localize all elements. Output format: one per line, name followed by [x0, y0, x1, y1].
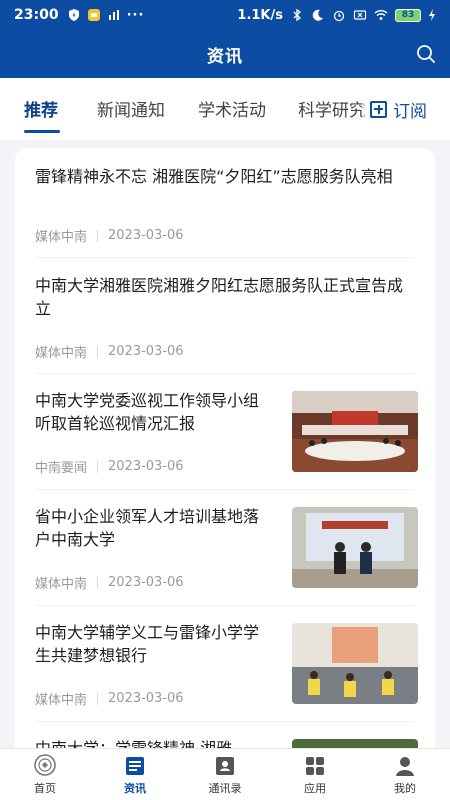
news-date: 2023-03-06 — [108, 344, 184, 359]
news-title: 中南大学辅学义工与雷锋小学学生共建梦想银行 — [35, 623, 260, 665]
news-thumbnail — [292, 391, 418, 472]
news-thumbnail — [292, 623, 418, 704]
signal-bars-icon — [108, 10, 119, 20]
add-subscription-icon — [370, 100, 387, 118]
page-title: 资讯 — [207, 46, 243, 67]
tab-academic-activities[interactable]: 学术活动 — [198, 96, 266, 121]
news-icon — [126, 757, 144, 775]
more-dots-icon: ··· — [126, 7, 145, 23]
nav-label: 应用 — [304, 782, 326, 795]
nav-label: 首页 — [34, 782, 56, 795]
nav-profile[interactable]: 我的 — [360, 749, 450, 800]
wifi-icon — [374, 10, 388, 20]
news-date: 2023-03-06 — [108, 459, 184, 474]
subscribe-label: 订阅 — [393, 101, 427, 122]
bottom-navigation: 首页 资讯 通讯录 应用 我的 — [0, 748, 450, 800]
charging-icon — [429, 9, 435, 21]
app-bar: 资讯 — [0, 30, 450, 78]
tab-news-notice[interactable]: 新闻通知 — [97, 96, 165, 121]
meta-divider — [97, 692, 99, 705]
news-item[interactable]: 雷锋精神永不忘 湘雅医院“夕阳红”志愿服务队亮相 媒体中南 2023-03-06 — [35, 148, 415, 258]
news-title: 雷锋精神永不忘 湘雅医院“夕阳红”志愿服务队亮相 — [35, 167, 393, 186]
status-bar: 23:00 ··· 1.1K/s 83 — [0, 0, 450, 30]
battery-icon: 83 — [395, 8, 421, 22]
nav-label: 我的 — [394, 782, 416, 795]
news-title: 中南大学：学雷锋精神 湘雅 — [35, 737, 267, 748]
nav-label: 资讯 — [124, 782, 146, 795]
news-item[interactable]: 中南大学党委巡视工作领导小组听取首轮巡视情况汇报 中南要闻 2023-03-06 — [35, 374, 418, 490]
news-date: 2023-03-06 — [108, 228, 184, 243]
moon-icon — [312, 9, 323, 21]
news-item[interactable]: 中南大学：学雷锋精神 湘雅 — [35, 722, 418, 748]
bluetooth-icon — [293, 8, 302, 22]
nav-news[interactable]: 资讯 — [90, 749, 180, 800]
meta-divider — [97, 345, 99, 358]
news-title: 中南大学湘雅医院湘雅夕阳红志愿服务队正式宣告成立 — [35, 276, 404, 318]
meta-divider — [97, 460, 99, 473]
status-time: 23:00 — [14, 7, 59, 23]
news-meta: 媒体中南 2023-03-06 — [35, 226, 184, 245]
news-meta: 媒体中南 2023-03-06 — [35, 573, 184, 592]
news-meta: 媒体中南 2023-03-06 — [35, 689, 184, 708]
tab-recommend[interactable]: 推荐 — [24, 96, 58, 121]
news-source: 中南要闻 — [35, 461, 88, 476]
nav-contacts[interactable]: 通讯录 — [180, 749, 270, 800]
news-date: 2023-03-06 — [108, 575, 184, 590]
news-title: 中南大学党委巡视工作领导小组听取首轮巡视情况汇报 — [35, 391, 260, 433]
news-source: 媒体中南 — [35, 346, 88, 361]
news-feed: 雷锋精神永不忘 湘雅医院“夕阳红”志愿服务队亮相 媒体中南 2023-03-06… — [15, 148, 435, 748]
shield-icon — [68, 9, 79, 21]
tab-scientific-research[interactable]: 科学研究 — [298, 96, 366, 121]
sim-off-icon — [353, 10, 367, 20]
news-item[interactable]: 中南大学湘雅医院湘雅夕阳红志愿服务队正式宣告成立 媒体中南 2023-03-06 — [35, 258, 415, 374]
news-source: 媒体中南 — [35, 577, 88, 592]
news-title: 省中小企业领军人才培训基地落户中南大学 — [35, 507, 260, 549]
apps-grid-icon — [306, 757, 324, 775]
contacts-icon — [216, 757, 234, 775]
subscribe-button[interactable]: 订阅 — [362, 78, 450, 140]
meta-divider — [97, 576, 99, 589]
news-meta: 中南要闻 2023-03-06 — [35, 457, 184, 476]
news-thumbnail — [292, 739, 418, 748]
nav-label: 通讯录 — [208, 782, 242, 795]
news-date: 2023-03-06 — [108, 691, 184, 706]
notification-app-icon — [87, 9, 100, 21]
news-item[interactable]: 省中小企业领军人才培训基地落户中南大学 媒体中南 2023-03-06 — [35, 490, 418, 606]
category-tabs: 推荐 新闻通知 学术活动 科学研究 订阅 — [0, 78, 450, 140]
news-source: 媒体中南 — [35, 693, 88, 708]
nav-apps[interactable]: 应用 — [270, 749, 360, 800]
profile-icon — [396, 757, 414, 776]
nav-home[interactable]: 首页 — [0, 749, 90, 800]
news-meta: 媒体中南 2023-03-06 — [35, 342, 184, 361]
meta-divider — [97, 229, 99, 242]
home-logo-icon — [34, 754, 56, 776]
active-tab-indicator — [24, 130, 60, 133]
network-speed: 1.1K/s — [237, 7, 283, 23]
search-icon[interactable] — [414, 42, 438, 66]
news-source: 媒体中南 — [35, 230, 88, 245]
news-item[interactable]: 中南大学辅学义工与雷锋小学学生共建梦想银行 媒体中南 2023-03-06 — [35, 606, 418, 722]
news-thumbnail — [292, 507, 418, 588]
alarm-icon — [333, 10, 345, 22]
